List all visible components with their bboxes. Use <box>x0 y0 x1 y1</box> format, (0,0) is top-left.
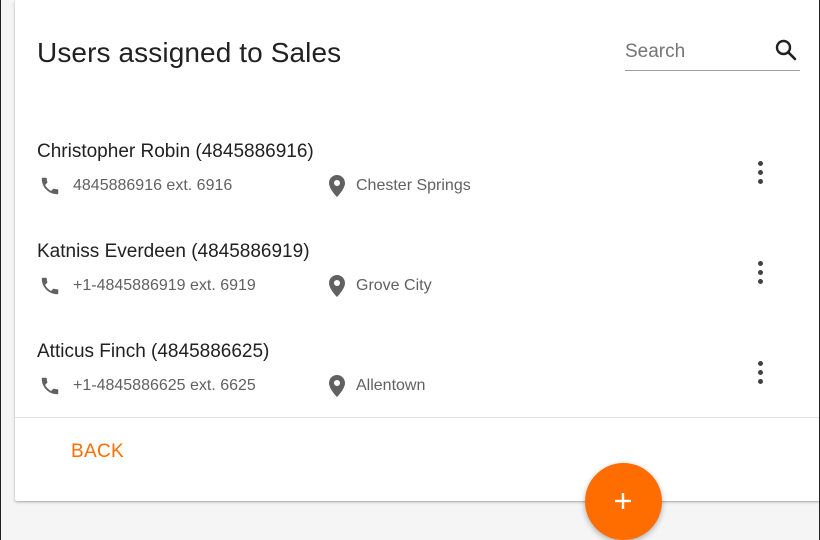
footer-divider <box>15 417 819 418</box>
plus-icon <box>615 493 631 509</box>
page-title: Users assigned to Sales <box>37 37 342 68</box>
more-options-icon[interactable] <box>748 355 772 391</box>
more-options-icon[interactable] <box>748 155 772 191</box>
phone-icon <box>41 177 59 195</box>
search-icon[interactable] <box>774 38 798 62</box>
app-frame: Users assigned to Sales Christopher Robi… <box>0 0 820 540</box>
phone-icon <box>41 377 59 395</box>
user-name: Christopher Robin (4845886916) <box>37 141 314 162</box>
location-pin-icon <box>329 375 345 397</box>
user-phone: +1-4845886919 ext. 6919 <box>73 277 256 294</box>
users-card: Users assigned to Sales Christopher Robi… <box>15 0 819 501</box>
user-name: Atticus Finch (4845886625) <box>37 341 270 362</box>
user-phone: +1-4845886625 ext. 6625 <box>73 377 256 394</box>
list-item[interactable]: Katniss Everdeen (4845886919) +1-4845886… <box>15 225 819 325</box>
list-item[interactable]: Christopher Robin (4845886916) 484588691… <box>15 125 819 225</box>
phone-icon <box>41 277 59 295</box>
location-pin-icon <box>329 275 345 297</box>
user-name: Katniss Everdeen (4845886919) <box>37 241 310 262</box>
user-list: Christopher Robin (4845886916) 484588691… <box>15 125 819 425</box>
user-location: Chester Springs <box>356 177 471 194</box>
more-options-icon[interactable] <box>748 255 772 291</box>
list-item[interactable]: Atticus Finch (4845886625) +1-4845886625… <box>15 325 819 425</box>
search-box <box>625 36 800 71</box>
location-pin-icon <box>329 175 345 197</box>
add-user-button[interactable] <box>585 463 662 540</box>
user-phone: 4845886916 ext. 6916 <box>73 177 233 194</box>
user-location: Allentown <box>356 377 426 394</box>
search-input[interactable] <box>625 38 755 66</box>
back-button[interactable]: BACK <box>59 437 136 467</box>
user-location: Grove City <box>356 277 432 294</box>
